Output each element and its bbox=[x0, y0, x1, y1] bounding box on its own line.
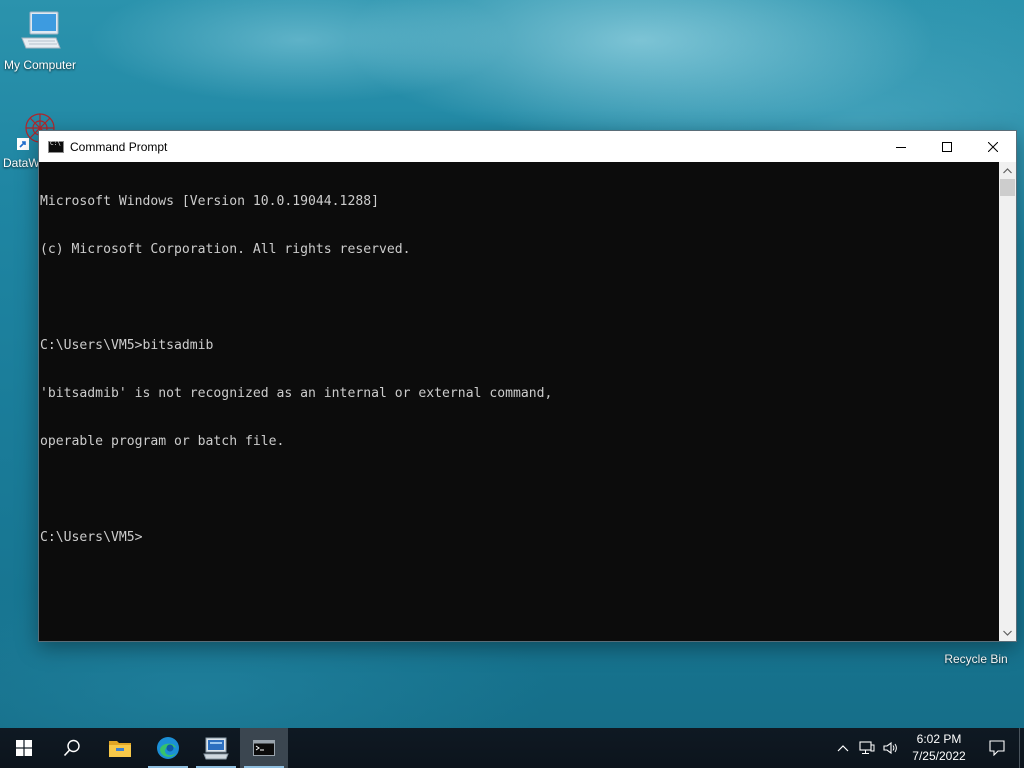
minimize-button[interactable] bbox=[878, 131, 924, 162]
window-title: Command Prompt bbox=[70, 139, 168, 154]
edge-icon bbox=[157, 737, 179, 759]
console-icon bbox=[48, 140, 64, 153]
desktop-icon-my-computer[interactable]: My Computer bbox=[0, 8, 80, 72]
clock[interactable]: 6:02 PM 7/25/2022 bbox=[903, 731, 975, 765]
console-line: 'bitsadmib' is not recognized as an inte… bbox=[40, 386, 553, 401]
file-explorer-button[interactable] bbox=[96, 728, 144, 768]
computer-app-icon bbox=[203, 737, 229, 760]
chevron-down-icon bbox=[1003, 630, 1012, 636]
console-line: Microsoft Windows [Version 10.0.19044.12… bbox=[40, 194, 379, 209]
folder-icon bbox=[109, 741, 131, 757]
windows-logo-icon bbox=[16, 740, 32, 756]
scroll-thumb[interactable] bbox=[1000, 179, 1015, 196]
minimize-icon bbox=[896, 146, 906, 148]
show-hidden-icons-button[interactable] bbox=[831, 728, 855, 768]
network-button[interactable] bbox=[855, 728, 879, 768]
scroll-down-button[interactable] bbox=[999, 624, 1016, 641]
start-button[interactable] bbox=[0, 728, 48, 768]
desktop-icon-label: My Computer bbox=[3, 58, 77, 72]
scroll-up-button[interactable] bbox=[999, 162, 1016, 179]
show-desktop-button[interactable] bbox=[1019, 728, 1024, 768]
action-center-button[interactable] bbox=[975, 728, 1019, 768]
computer-icon bbox=[16, 8, 64, 56]
network-icon bbox=[859, 741, 875, 754]
clock-time: 6:02 PM bbox=[916, 732, 962, 746]
volume-button[interactable] bbox=[879, 728, 903, 768]
desktop-icon-label: Recycle Bin bbox=[944, 652, 1008, 666]
clock-date: 7/25/2022 bbox=[912, 749, 966, 763]
chevron-up-icon bbox=[837, 745, 849, 752]
notification-icon bbox=[989, 740, 1005, 756]
edge-button[interactable] bbox=[144, 728, 192, 768]
console-icon bbox=[253, 740, 275, 756]
taskbar: 6:02 PM 7/25/2022 bbox=[0, 728, 1024, 768]
system-tray: 6:02 PM 7/25/2022 bbox=[831, 728, 1024, 768]
search-button[interactable] bbox=[48, 728, 96, 768]
console-line: C:\Users\VM5>bitsadmib bbox=[40, 338, 214, 353]
desktop-icon-label: DataW bbox=[3, 156, 40, 170]
close-icon bbox=[988, 141, 998, 152]
console-line: operable program or batch file. bbox=[40, 434, 285, 449]
command-prompt-window[interactable]: Command Prompt Microsoft Windows [Versio… bbox=[38, 130, 1017, 642]
maximize-button[interactable] bbox=[924, 131, 970, 162]
maximize-icon bbox=[942, 141, 952, 152]
title-bar[interactable]: Command Prompt bbox=[39, 131, 1016, 162]
remote-desktop-button[interactable] bbox=[192, 728, 240, 768]
command-prompt-button[interactable] bbox=[240, 728, 288, 768]
vertical-scrollbar[interactable] bbox=[999, 162, 1016, 641]
console-output[interactable]: Microsoft Windows [Version 10.0.19044.12… bbox=[39, 162, 999, 641]
volume-icon bbox=[883, 741, 897, 755]
close-button[interactable] bbox=[970, 131, 1016, 162]
console-prompt-line: C:\Users\VM5> bbox=[40, 530, 143, 545]
chevron-up-icon bbox=[1003, 167, 1012, 173]
console-line: (c) Microsoft Corporation. All rights re… bbox=[40, 242, 411, 257]
search-icon bbox=[63, 739, 80, 757]
